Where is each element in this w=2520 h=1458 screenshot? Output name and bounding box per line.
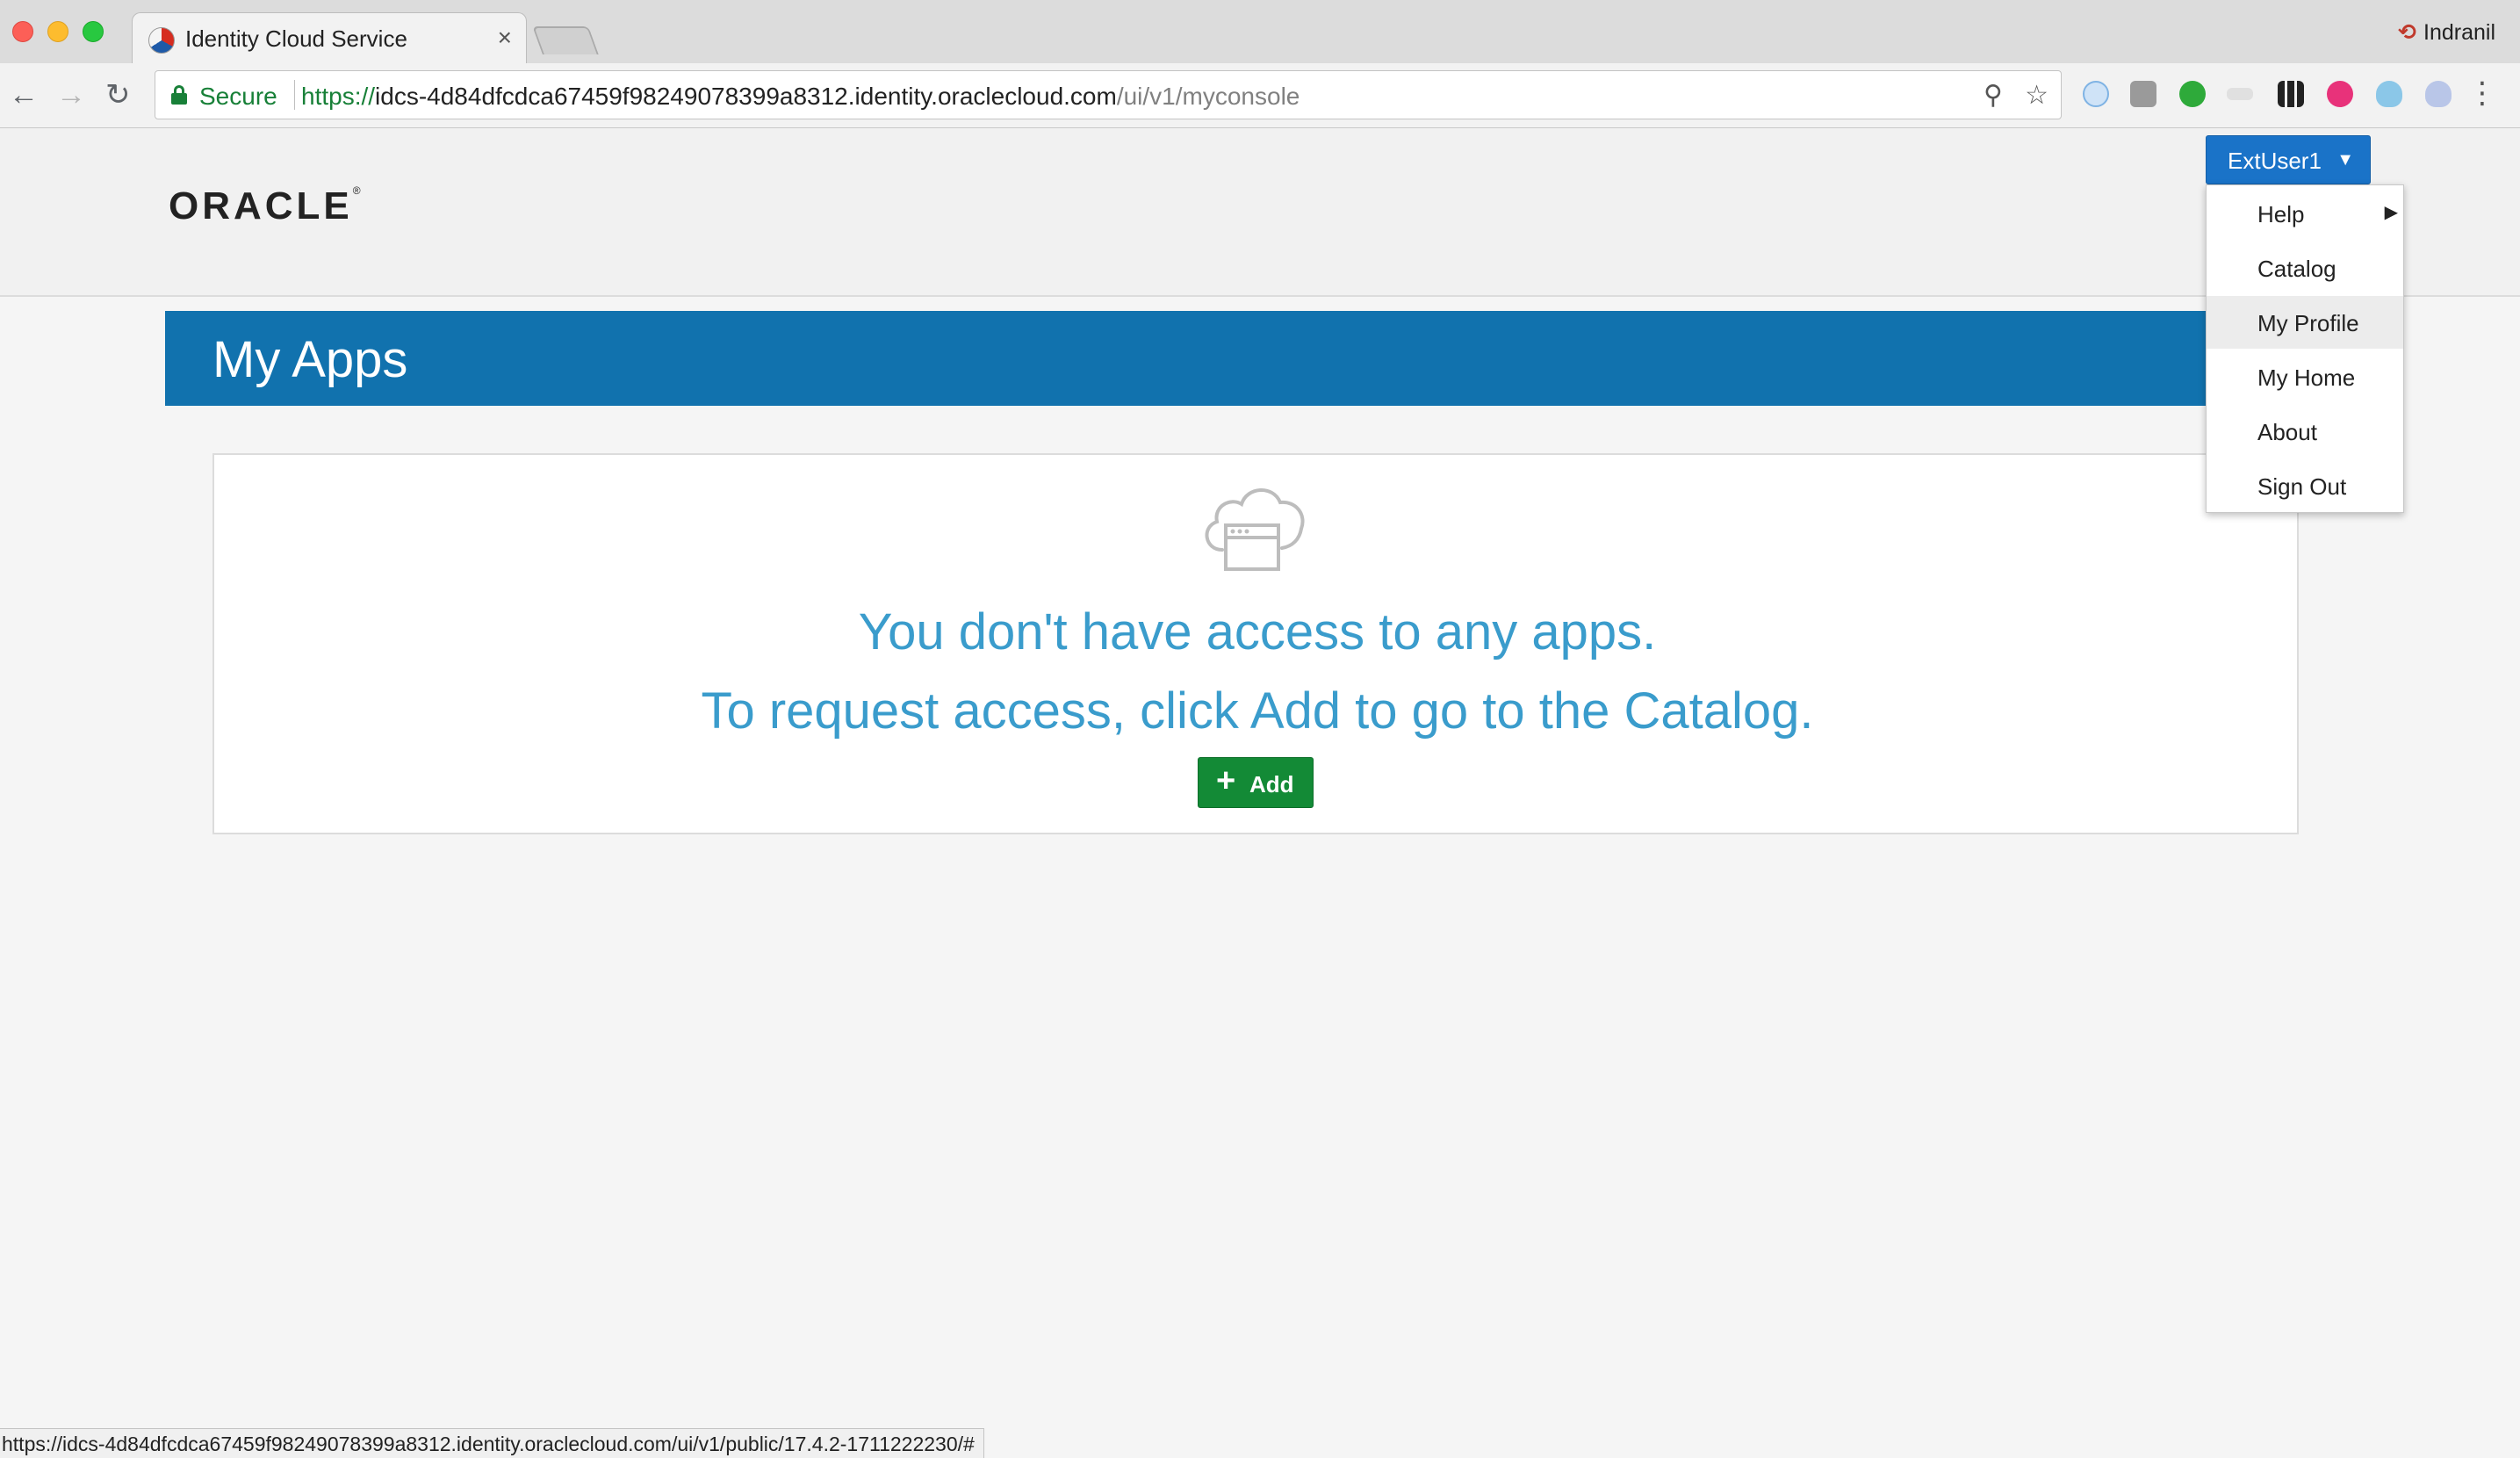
window-maximize-icon[interactable]	[83, 21, 104, 42]
profile-icon: ⟲	[2398, 20, 2416, 45]
lock-icon	[171, 85, 187, 105]
cloud-app-icon	[1205, 488, 1305, 571]
secure-label: Secure	[199, 83, 277, 110]
browser-tab-strip: Identity Cloud Service × ⟲ Indranil	[0, 0, 2520, 63]
menu-item-sign-out[interactable]: Sign Out	[2207, 459, 2403, 512]
submenu-arrow-icon: ▶	[2384, 203, 2398, 222]
back-icon[interactable]: ←	[9, 76, 39, 114]
extension-snowflake-icon[interactable]	[2083, 81, 2109, 107]
user-menu-label: ExtUser1	[2228, 148, 2322, 174]
page-header: ORACLE®	[0, 128, 2520, 297]
browser-toolbar: ← → ↻ Secure https://idcs-4d84dfcdca6745…	[0, 63, 2520, 128]
menu-item-help[interactable]: Help ▶	[2207, 187, 2403, 240]
extension-cloud-download-icon[interactable]	[2376, 81, 2402, 107]
window-minimize-icon[interactable]	[47, 21, 68, 42]
extension-bar-icon[interactable]	[2227, 88, 2253, 100]
zoom-icon[interactable]: ⚲	[1984, 80, 2003, 111]
menu-item-my-profile[interactable]: My Profile	[2207, 296, 2403, 349]
empty-message-line1: You don't have access to any apps.	[858, 603, 1657, 660]
browser-tab-active[interactable]: Identity Cloud Service ×	[132, 12, 527, 63]
bookmark-star-icon[interactable]: ☆	[2025, 80, 2048, 111]
tab-close-icon[interactable]: ×	[498, 24, 512, 52]
url-text[interactable]: https://idcs-4d84dfcdca67459f98249078399…	[301, 83, 1300, 111]
favicon-icon	[148, 27, 175, 54]
browser-menu-icon[interactable]: ⋮	[2467, 76, 2497, 111]
empty-message-line2: To request access, click Add to go to th…	[701, 682, 1814, 740]
extension-pink-icon[interactable]	[2327, 81, 2353, 107]
user-dropdown-menu: Help ▶ Catalog My Profile My Home About …	[2206, 184, 2404, 513]
apps-panel: You don't have access to any apps. To re…	[212, 453, 2299, 834]
menu-item-about[interactable]: About	[2207, 405, 2403, 458]
extension-grid-icon[interactable]	[2278, 81, 2304, 107]
address-bar[interactable]: Secure https://idcs-4d84dfcdca67459f9824…	[155, 70, 2062, 119]
window-close-icon[interactable]	[12, 21, 33, 42]
forward-icon[interactable]: →	[56, 76, 86, 114]
page-title: My Apps	[212, 331, 408, 388]
plus-icon: +	[1216, 762, 1236, 799]
menu-item-catalog[interactable]: Catalog	[2207, 242, 2403, 294]
oracle-logo: ORACLE®	[169, 184, 361, 227]
add-button-label: Add	[1249, 771, 1294, 798]
browser-profile[interactable]: ⟲ Indranil	[2398, 19, 2495, 46]
reload-icon[interactable]: ↻	[105, 76, 131, 114]
address-separator	[294, 80, 295, 110]
add-button[interactable]: + Add	[1198, 757, 1314, 808]
caret-down-icon: ▼	[2336, 150, 2354, 170]
user-menu-button[interactable]: ExtUser1 ▼	[2206, 135, 2371, 184]
profile-name: Indranil	[2423, 20, 2495, 45]
extension-gray-icon[interactable]	[2130, 81, 2156, 107]
tab-title: Identity Cloud Service	[185, 25, 407, 52]
extension-green-icon[interactable]	[2179, 81, 2206, 107]
extension-cloud-icon[interactable]	[2425, 81, 2452, 107]
menu-item-my-home[interactable]: My Home	[2207, 350, 2403, 403]
new-tab-button[interactable]	[532, 26, 599, 54]
my-apps-banner: My Apps	[165, 311, 2206, 406]
status-bar-url: https://idcs-4d84dfcdca67459f98249078399…	[0, 1428, 984, 1458]
